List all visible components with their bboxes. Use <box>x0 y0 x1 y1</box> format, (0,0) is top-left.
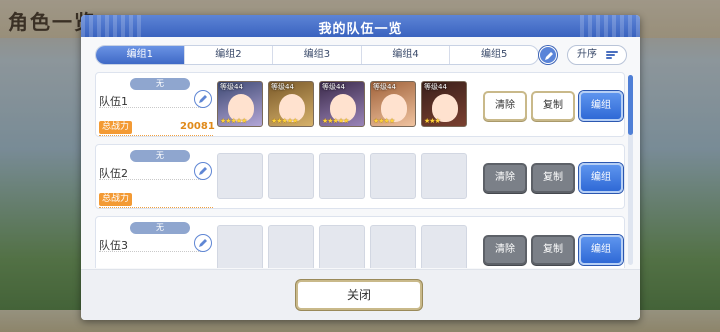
clear-team-button[interactable]: 清除 <box>483 163 527 193</box>
empty-slot[interactable] <box>370 153 416 199</box>
character-level: 等级44 <box>271 83 294 91</box>
edit-team-name-button[interactable] <box>194 162 212 180</box>
pencil-icon <box>199 239 207 247</box>
divider <box>99 207 213 208</box>
team-row: 无 队伍3 清除 复制 编组 <box>95 216 625 268</box>
empty-slot[interactable] <box>370 225 416 268</box>
team-tag: 无 <box>130 222 190 234</box>
tab-group-4[interactable]: 编组4 <box>362 46 451 64</box>
empty-slot[interactable] <box>421 153 467 199</box>
edit-team-button[interactable]: 编组 <box>579 235 623 265</box>
team-row: 无 队伍1 总战力 20081 等级44 ★★★★★ 等级44 ★★★★★ 等级… <box>95 72 625 137</box>
star-rating: ★★★★★ <box>271 117 298 125</box>
empty-slot[interactable] <box>217 153 263 199</box>
star-rating: ★★★★ <box>373 117 395 125</box>
character-slot[interactable]: 等级44 ★★★★★ <box>268 81 314 127</box>
tab-group-2[interactable]: 编组2 <box>185 46 274 64</box>
character-level: 等级44 <box>373 83 396 91</box>
divider <box>99 107 205 108</box>
group-tabs: 编组1 编组2 编组3 编组4 编组5 <box>95 45 539 65</box>
dialog-title: 我的队伍一览 <box>318 22 403 37</box>
empty-slot[interactable] <box>319 153 365 199</box>
copy-team-button[interactable]: 复制 <box>531 163 575 193</box>
total-power-value: 20081 <box>180 121 215 132</box>
star-rating: ★★★★★ <box>220 117 247 125</box>
team-tag: 无 <box>130 150 190 162</box>
scrollbar[interactable] <box>628 75 633 265</box>
total-power-label: 总战力 <box>99 121 133 134</box>
scrollbar-thumb[interactable] <box>628 75 633 135</box>
tab-group-5[interactable]: 编组5 <box>450 46 538 64</box>
character-level: 等级44 <box>220 83 243 91</box>
character-level: 等级44 <box>424 83 447 91</box>
pencil-icon <box>199 167 207 175</box>
team-tag: 无 <box>130 78 190 90</box>
star-rating: ★★★★★ <box>322 117 349 125</box>
clear-team-button[interactable]: 清除 <box>483 235 527 265</box>
sort-order-button[interactable]: 升序 <box>567 45 627 65</box>
copy-team-button[interactable]: 复制 <box>531 91 575 121</box>
sort-order-label: 升序 <box>577 49 597 60</box>
edit-team-name-button[interactable] <box>194 90 212 108</box>
copy-team-button[interactable]: 复制 <box>531 235 575 265</box>
tab-group-1[interactable]: 编组1 <box>96 46 185 64</box>
character-slot[interactable]: 等级44 ★★★ <box>421 81 467 127</box>
character-level: 等级44 <box>322 83 345 91</box>
empty-slot[interactable] <box>268 225 314 268</box>
empty-slot[interactable] <box>268 153 314 199</box>
character-slot[interactable]: 等级44 ★★★★★ <box>217 81 263 127</box>
empty-slot[interactable] <box>421 225 467 268</box>
team-list: 无 队伍1 总战力 20081 等级44 ★★★★★ 等级44 ★★★★★ 等级… <box>95 72 625 268</box>
divider <box>99 251 205 252</box>
edit-team-button[interactable]: 编组 <box>579 91 623 121</box>
tab-group-3[interactable]: 编组3 <box>273 46 362 64</box>
empty-slot[interactable] <box>319 225 365 268</box>
team-row: 无 队伍2 总战力 清除 复制 编组 <box>95 144 625 209</box>
character-slot[interactable]: 等级44 ★★★★★ <box>319 81 365 127</box>
edit-team-button[interactable]: 编组 <box>579 163 623 193</box>
edit-group-name-button[interactable] <box>539 46 557 64</box>
pencil-icon <box>545 52 553 60</box>
team-list-dialog: 我的队伍一览 编组1 编组2 编组3 编组4 编组5 升序 无 队伍1 总战力 … <box>81 15 640 320</box>
pencil-icon <box>199 95 207 103</box>
sort-icon <box>606 51 618 60</box>
divider <box>99 135 213 136</box>
empty-slot[interactable] <box>217 225 263 268</box>
clear-team-button[interactable]: 清除 <box>483 91 527 121</box>
divider <box>99 179 205 180</box>
close-button[interactable]: 关闭 <box>296 280 422 310</box>
star-rating: ★★★ <box>424 117 441 125</box>
total-power-label: 总战力 <box>99 193 133 206</box>
character-slot[interactable]: 等级44 ★★★★ <box>370 81 416 127</box>
edit-team-name-button[interactable] <box>194 234 212 252</box>
dialog-footer: 关闭 <box>81 269 640 320</box>
